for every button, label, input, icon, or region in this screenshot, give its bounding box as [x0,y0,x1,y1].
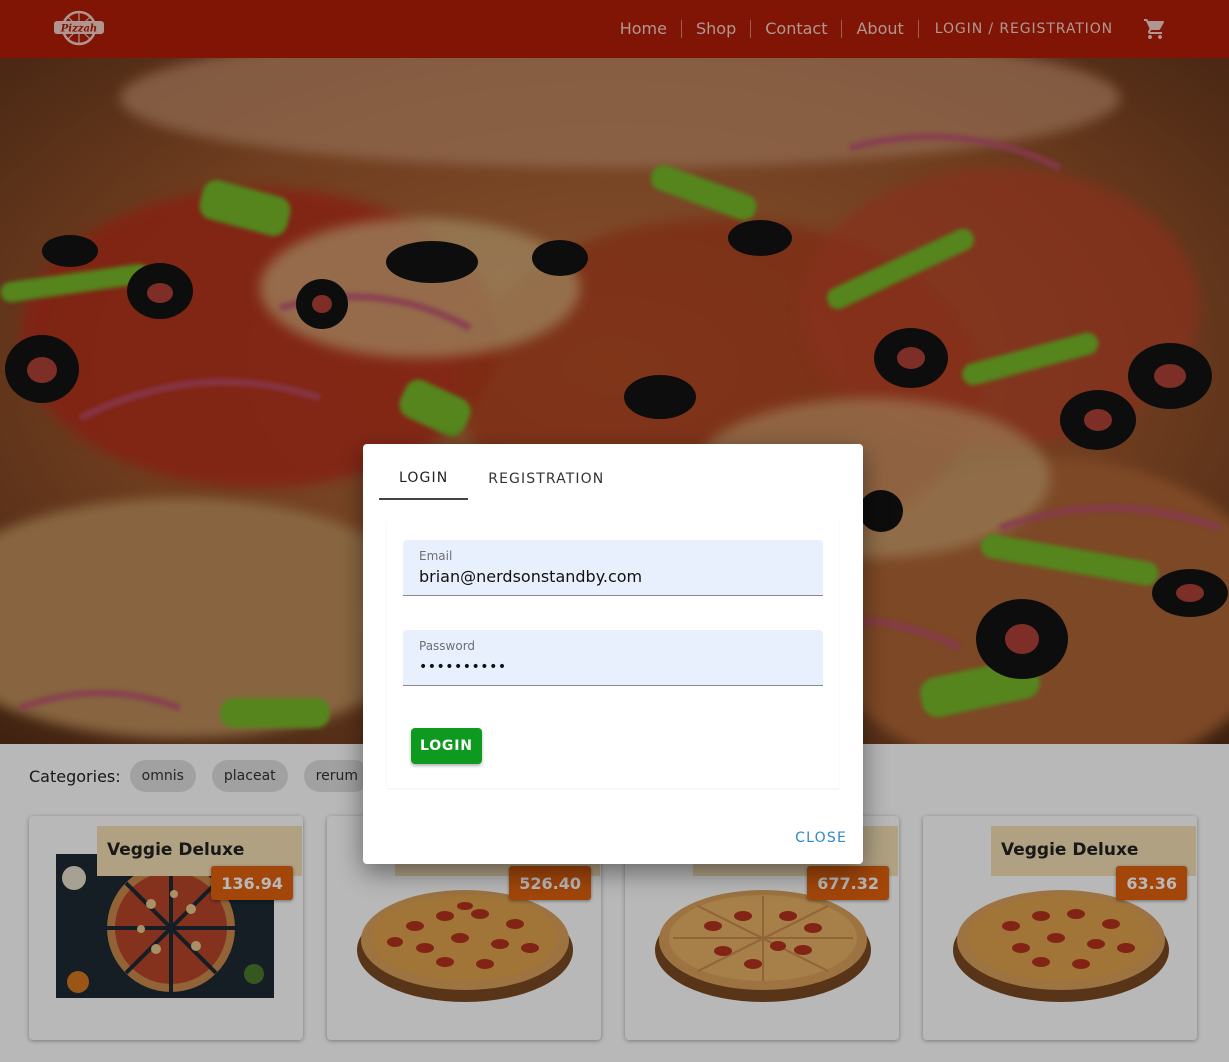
login-dialog: LOGIN REGISTRATION Email brian@nerdsonst… [363,444,863,864]
email-field[interactable]: Email brian@nerdsonstandby.com [403,540,823,596]
password-field[interactable]: Password •••••••••• [403,630,823,686]
email-value: brian@nerdsonstandby.com [419,567,643,586]
tab-registration[interactable]: REGISTRATION [468,458,624,500]
auth-tabs: LOGIN REGISTRATION [379,458,624,500]
login-button[interactable]: LOGIN [411,728,482,764]
close-button[interactable]: CLOSE [795,828,847,848]
login-form: Email brian@nerdsonstandby.com Password … [387,520,839,788]
tab-login[interactable]: LOGIN [379,458,469,500]
email-label: Email [419,549,453,563]
password-value: •••••••••• [419,659,507,675]
password-label: Password [419,639,476,653]
